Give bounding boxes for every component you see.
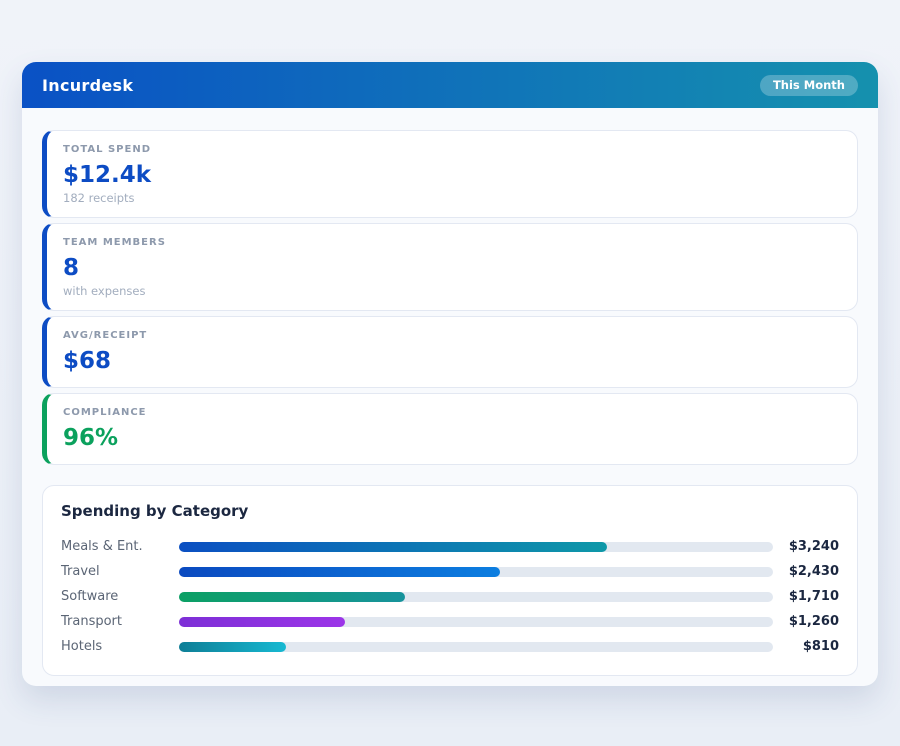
category-label: Travel (61, 564, 179, 579)
bar-fill (179, 542, 607, 552)
stat-label: AVG/RECEIPT (63, 329, 841, 342)
dashboard-content: TOTAL SPEND $12.4k 182 receipts TEAM MEMBER… (22, 108, 878, 686)
bar-fill (179, 617, 345, 627)
stat-card: TEAM MEMBERS 8 with expenses (42, 223, 858, 311)
category-value: $1,260 (773, 614, 839, 629)
stat-label: TOTAL SPEND (63, 143, 841, 156)
chart-row: Meals & Ent. $3,240 (61, 534, 839, 559)
category-label: Software (61, 589, 179, 604)
chart-title: Spending by Category (61, 502, 839, 520)
bar-track (179, 542, 773, 552)
app-header: Incurdesk This Month (22, 62, 878, 108)
stat-value: 8 (63, 254, 841, 282)
bar-track (179, 567, 773, 577)
bar-track (179, 642, 773, 652)
chart-row: Travel $2,430 (61, 559, 839, 584)
stat-value: $12.4k (63, 161, 841, 189)
stat-card: AVG/RECEIPT $68 (42, 316, 858, 388)
category-label: Transport (61, 614, 179, 629)
category-value: $3,240 (773, 539, 839, 554)
chart-row: Software $1,710 (61, 584, 839, 609)
stat-label: COMPLIANCE (63, 406, 841, 419)
stat-card: TOTAL SPEND $12.4k 182 receipts (42, 130, 858, 218)
chart-row: Hotels $810 (61, 634, 839, 659)
category-value: $2,430 (773, 564, 839, 579)
chart-row-list: Meals & Ent. $3,240 Travel $2,430 Software $1… (61, 534, 839, 659)
period-badge[interactable]: This Month (760, 75, 858, 96)
app-title: Incurdesk (42, 76, 133, 95)
stat-label: TEAM MEMBERS (63, 236, 841, 249)
bar-fill (179, 567, 500, 577)
stat-card: COMPLIANCE 96% (42, 393, 858, 465)
chart-row: Transport $1,260 (61, 609, 839, 634)
category-label: Meals & Ent. (61, 539, 179, 554)
dashboard-panel: Incurdesk This Month TOTAL SPEND $12.4k 18… (22, 62, 878, 686)
stat-card-list: TOTAL SPEND $12.4k 182 receipts TEAM MEMBER… (42, 130, 858, 465)
stat-sublabel: with expenses (63, 285, 841, 298)
category-value: $1,710 (773, 589, 839, 604)
bar-track (179, 617, 773, 627)
category-value: $810 (773, 639, 839, 654)
stat-value: 96% (63, 424, 841, 452)
bar-fill (179, 592, 405, 602)
stat-value: $68 (63, 347, 841, 375)
category-label: Hotels (61, 639, 179, 654)
stat-sublabel: 182 receipts (63, 192, 841, 205)
bar-fill (179, 642, 286, 652)
bar-track (179, 592, 773, 602)
spending-by-category-card: Spending by Category Meals & Ent. $3,240 T… (42, 485, 858, 676)
